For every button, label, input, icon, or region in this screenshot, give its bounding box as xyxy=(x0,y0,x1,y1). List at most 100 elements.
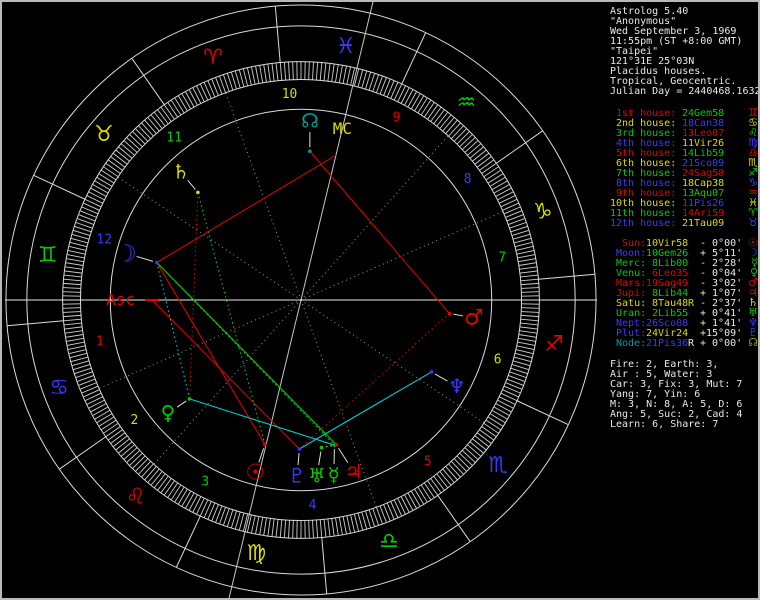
planet-velocity: + 1°07' xyxy=(700,288,743,299)
retrograde-flag xyxy=(688,278,694,288)
aspect-line-venus-mercury xyxy=(189,398,335,446)
pluto-pointer xyxy=(297,452,300,465)
planet-label: Sun: xyxy=(610,238,647,249)
house-cusp-list: 1st house: 24Gem58 ♊ 2nd house: 18Can38 ♋ 3r… xyxy=(610,107,758,229)
house-cusp-value: 18Cap38 xyxy=(682,178,725,189)
house-number-9: 9 xyxy=(393,110,401,125)
house-number-1: 1 xyxy=(96,335,104,350)
planet-position-value: 24Vir24 xyxy=(646,328,689,339)
header-line: Placidus houses. xyxy=(610,66,707,77)
house-row: 12th house: 21Tau09 ♉ xyxy=(610,217,758,229)
uranus-pointer xyxy=(318,451,322,466)
planet-row: Mars: 19Sag49 - 3°02' ♂ xyxy=(610,277,758,289)
mercury-icon: ☿ xyxy=(328,463,340,486)
stats-line: Ang: 5, Suc: 2, Cad: 4 xyxy=(610,409,743,420)
planet-position-value: 26Sco08 xyxy=(646,318,689,329)
house-number-7: 7 xyxy=(498,250,506,265)
venus-pointer xyxy=(176,400,187,408)
stats-line: Fire: 2, Earth: 3, xyxy=(610,359,719,370)
node-degree-dot xyxy=(308,149,312,154)
house-row: 8th house: 18Cap38 ♑ xyxy=(610,177,758,189)
house-cusp-value: 13Leo07 xyxy=(682,128,725,139)
planet-label: Merc: xyxy=(610,258,647,269)
moon-icon: ☽ xyxy=(115,239,136,267)
planet-position-value: 10Vir58 xyxy=(646,238,689,249)
planet-label: Jupi: xyxy=(610,288,647,299)
chart-wheel: ☉ ☽ ☿ ♀ ♂ ♃ ♄ ♅ ♆ ♇ ☊ ♈ ♉ ♊ ♋ ♌ ♍ ♎ ♏ ♐ ♑ ♒ ♓ 1 2 3 4 5 6 7 8 9 10 11 12 As… xyxy=(2,2,600,598)
house-number-4: 4 xyxy=(309,498,317,513)
house-number-11: 11 xyxy=(166,131,182,146)
retrograde-flag xyxy=(688,248,694,258)
house-label: 5th house: xyxy=(610,148,677,159)
house-label: 2nd house: xyxy=(610,118,677,129)
house-row: 11th house: 14Ari59 ♈ xyxy=(610,207,758,219)
planet-icon: ☊ xyxy=(748,336,758,349)
planet-glyphs: ☉ ☽ ☿ ♀ ♂ ♃ ♄ ♅ ♆ ♇ ☊ xyxy=(115,110,483,488)
planet-label: Uran: xyxy=(610,308,647,319)
planet-label: Moon: xyxy=(610,248,647,259)
planet-label: Satu: xyxy=(610,298,647,309)
neptune-icon: ♆ xyxy=(448,375,466,398)
sign-leo-icon: ♌ xyxy=(126,485,146,510)
sign-capricorn-icon: ♑ xyxy=(533,200,553,225)
jupiter-degree-dot xyxy=(334,442,339,447)
planet-position-value: 8Tau48 xyxy=(646,298,689,309)
house-row: 9th house: 13Aqu07 ♒ xyxy=(610,187,758,199)
planet-row: Merc: 8Lib00 - 2°28' ☿ xyxy=(610,257,758,269)
astrolog-window[interactable]: ☉ ☽ ☿ ♀ ♂ ♃ ♄ ♅ ♆ ♇ ☊ ♈ ♉ ♊ ♋ ♌ ♍ ♎ ♏ ♐ ♑ ♒ ♓ 1 2 3 4 5 6 7 8 9 10 11 12 As… xyxy=(0,0,760,600)
planet-velocity: + 5°11' xyxy=(700,248,743,259)
house-number-3: 3 xyxy=(201,475,209,490)
aspect-line-neptune-pluto xyxy=(299,371,432,450)
header-line: Tropical, Geocentric. xyxy=(610,76,737,87)
uranus-degree-dot xyxy=(319,445,324,450)
venus-icon: ♀ xyxy=(161,402,176,425)
house-label: 10th house: xyxy=(610,198,677,209)
header-line: 121°31E 25°03N xyxy=(610,56,695,67)
planet-label: Venu: xyxy=(610,268,647,279)
house-number-5: 5 xyxy=(424,454,432,469)
aspect-line-moon-venus xyxy=(156,262,191,400)
house-cusp-value: 13Aqu07 xyxy=(682,188,725,199)
retrograde-flag xyxy=(688,258,694,268)
house-number-12: 12 xyxy=(97,233,113,248)
aspect-line-saturn-sun xyxy=(197,192,266,445)
jupiter-icon: ♃ xyxy=(345,460,363,483)
planet-position-value: 21Pis36 xyxy=(646,338,689,349)
aspect-line-mars-pluto xyxy=(299,313,450,450)
house-number-10: 10 xyxy=(282,87,298,102)
saturn-degree-dot xyxy=(196,190,200,195)
house-label: 7th house: xyxy=(610,168,677,179)
planet-row: Node: 21Pis36 R + 0°00' ☊ xyxy=(610,336,758,349)
chart-wheel-svg: ☉☽☿♀♂♃♄♅♆♇☊♈♉♊♋♌♍ ♎♏♐♑♒♓123456789101112As… xyxy=(4,2,598,598)
moon-degree-dot xyxy=(155,260,159,265)
sign-gemini-icon: ♊ xyxy=(38,243,58,268)
planet-velocity: - 2°37' xyxy=(700,298,743,309)
house-label: 9th house: xyxy=(610,188,677,199)
sun-icon: ☉ xyxy=(246,460,266,485)
planet-velocity: + 0°00' xyxy=(700,338,743,349)
sign-virgo-icon: ♍ xyxy=(247,541,267,566)
house-row: 4th house: 11Vir26 ♍ xyxy=(610,137,758,149)
aspect-line-saturn-venus xyxy=(188,192,199,399)
planet-velocity: + 0°41' xyxy=(700,308,743,319)
house-cusp-value: 21Sco09 xyxy=(682,158,725,169)
retrograde-flag: R xyxy=(688,338,695,349)
planet-row: Satu: 8Tau48 R - 2°37' ♄ xyxy=(610,297,758,309)
stats-line: Yang: 7, Yin: 6 xyxy=(610,389,701,400)
header-line: Julian Day = 2440468.1632 xyxy=(610,86,760,97)
stats-line: Learn: 6, Share: 7 xyxy=(610,419,719,430)
house-row: 1st house: 24Gem58 ♊ xyxy=(610,107,758,119)
mc-label: MC xyxy=(333,119,352,138)
header-line: Astrolog 5.40 xyxy=(610,6,689,17)
house-label: 11th house: xyxy=(610,208,677,219)
planet-position-value: 19Sag49 xyxy=(646,278,689,289)
planet-row: Plut: 24Vir24 +15°09' ♇ xyxy=(610,327,758,339)
saturn-icon: ♄ xyxy=(172,160,190,183)
aspect-line-node-mars xyxy=(309,150,450,314)
mars-pointer xyxy=(453,313,464,317)
retrograde-flag xyxy=(688,238,694,248)
planet-velocity: + 1°41' xyxy=(700,318,743,329)
planet-position-value: 8Lib00 xyxy=(646,258,689,269)
chart-header: Astrolog 5.40 "Anonymous" Wed September 3,… xyxy=(610,6,760,97)
sign-sagittarius-icon: ♐ xyxy=(545,332,565,357)
